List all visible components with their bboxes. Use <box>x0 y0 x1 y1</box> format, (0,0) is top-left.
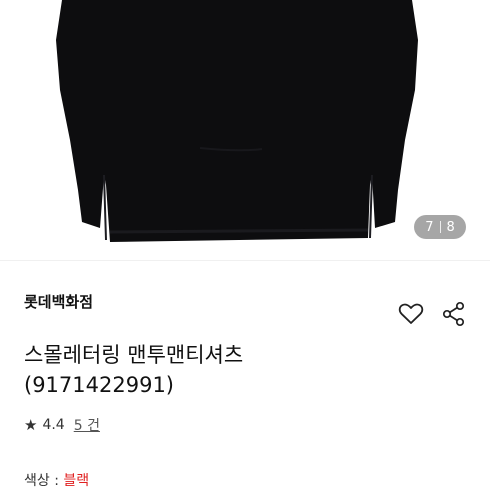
heart-outline-icon <box>398 303 424 324</box>
rating-score: 4.4 <box>42 417 65 433</box>
product-image-viewer[interactable]: 7 8 <box>0 0 490 260</box>
image-counter-divider <box>439 221 441 233</box>
share-icon <box>442 301 465 327</box>
product-title: 스몰레터링 맨투맨티셔츠 (9171422991) <box>24 340 243 400</box>
brand-name[interactable]: 롯데백화점 <box>24 291 93 312</box>
product-title-name: 스몰레터링 맨투맨티셔츠 <box>24 343 244 367</box>
star-icon: ★ <box>24 416 38 434</box>
section-divider <box>0 260 490 261</box>
image-counter: 7 8 <box>414 215 466 239</box>
review-count-link[interactable]: 5 건 <box>74 415 100 435</box>
rating-row: ★ 4.4 5 건 <box>24 415 100 435</box>
product-code: (9171422991) <box>24 373 174 397</box>
share-button[interactable] <box>440 300 468 328</box>
wishlist-button[interactable] <box>397 300 425 328</box>
color-label: 색상 : <box>24 473 64 489</box>
color-value: 블랙 <box>63 473 90 489</box>
image-counter-current: 7 <box>425 219 434 235</box>
image-counter-total: 8 <box>446 219 455 235</box>
color-option: 색상 : 블랙 <box>24 470 89 490</box>
